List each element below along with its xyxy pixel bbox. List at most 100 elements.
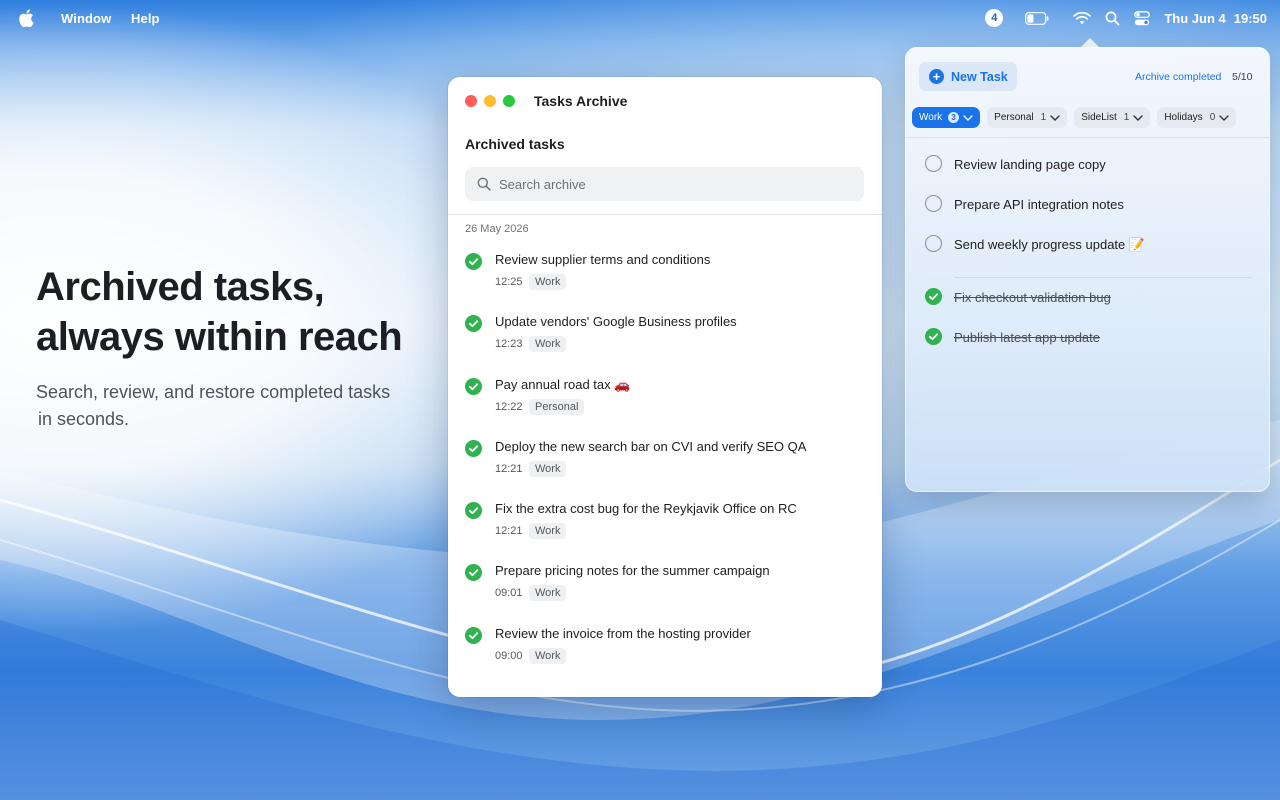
list-chip-personal[interactable]: Personal 1 xyxy=(987,107,1068,128)
task-text: Review landing page copy xyxy=(954,157,1106,172)
divider xyxy=(448,214,882,215)
check-circle-icon[interactable] xyxy=(465,253,482,270)
task-title: Review supplier terms and conditions xyxy=(495,252,711,267)
search-archive-field[interactable] xyxy=(465,167,864,201)
list-chips: Work 3 Personal 1 SideList 1 Holidays 0 xyxy=(912,107,1237,128)
task-item[interactable]: Review landing page copy xyxy=(925,153,1255,193)
task-time: 09:01 xyxy=(495,587,523,600)
completed-task-item[interactable]: Fix checkout validation bug xyxy=(925,286,1255,326)
task-title: Review the invoice from the hosting prov… xyxy=(495,625,751,641)
hero-subtitle-line: Search, review, and restore completed ta… xyxy=(36,382,391,402)
task-tag: Work xyxy=(529,647,567,664)
chevron-down-icon xyxy=(963,114,973,121)
task-time: 12:22 xyxy=(495,400,523,413)
chip-label: Work xyxy=(919,112,943,123)
archive-heading: Archived tasks xyxy=(465,136,565,152)
list-chip-work[interactable]: Work 3 xyxy=(912,107,981,128)
task-time: 09:00 xyxy=(495,649,523,662)
menubar-clock[interactable]: Thu Jun 4 19:50 xyxy=(1164,11,1267,26)
hero-subtitle-line: in seconds. xyxy=(38,409,130,429)
divider xyxy=(905,137,1270,138)
chip-label: SideList xyxy=(1081,112,1117,123)
task-text: Publish latest app update xyxy=(954,330,1100,345)
chip-count: 0 xyxy=(1209,112,1216,123)
plus-icon: + xyxy=(929,69,944,84)
check-circle-icon[interactable] xyxy=(465,626,482,644)
check-circle-icon[interactable] xyxy=(465,564,482,582)
battery-icon[interactable] xyxy=(1025,11,1049,25)
hero-title-line: always within reach xyxy=(36,315,403,359)
task-checkbox[interactable] xyxy=(925,195,942,212)
task-title: Prepare pricing notes for the summer cam… xyxy=(495,563,770,579)
task-tag: Work xyxy=(529,274,567,290)
tasks-popover: + New Task Archive completed 5/10 Work 3… xyxy=(905,47,1270,492)
task-tag: Work xyxy=(529,336,567,353)
menu-bar: Window Help 4 Thu Jun 4 19:50 xyxy=(0,0,1280,36)
new-task-label: New Task xyxy=(951,69,1008,84)
hero-subtitle: Search, review, and restore completed ta… xyxy=(36,379,416,433)
new-task-button[interactable]: + New Task xyxy=(919,62,1017,91)
minimize-button[interactable] xyxy=(484,95,496,107)
chip-count: 3 xyxy=(948,112,960,123)
archived-task-row[interactable]: Deploy the new search bar on CVI and ver… xyxy=(465,436,865,498)
archived-task-row[interactable]: Review supplier terms and conditions 12:… xyxy=(465,249,865,311)
menu-window[interactable]: Window xyxy=(61,11,111,26)
task-text: Send weekly progress update 📝 xyxy=(954,237,1146,252)
check-circle-icon[interactable] xyxy=(465,377,482,395)
date-group-label: 26 May 2026 xyxy=(465,223,529,235)
menu-help[interactable]: Help xyxy=(131,11,160,26)
menubar-date: Thu Jun 4 xyxy=(1164,10,1226,26)
task-tag: Personal xyxy=(529,398,585,415)
notification-badge[interactable]: 4 xyxy=(985,9,1004,27)
list-chip-sidelist[interactable]: SideList 1 xyxy=(1074,107,1151,128)
menubar-time: 19:50 xyxy=(1233,10,1267,26)
check-circle-icon[interactable] xyxy=(465,439,482,457)
task-checkbox[interactable] xyxy=(925,155,942,172)
check-circle-icon[interactable] xyxy=(925,288,942,305)
task-item[interactable]: Send weekly progress update 📝 xyxy=(925,233,1255,273)
search-archive-input[interactable] xyxy=(499,176,839,192)
divider xyxy=(954,277,1252,278)
task-checkbox[interactable] xyxy=(925,235,942,252)
archive-completed-button[interactable]: Archive completed xyxy=(1135,71,1221,83)
archived-task-row[interactable]: Fix the extra cost bug for the Reykjavik… xyxy=(465,498,865,560)
task-text: Prepare API integration notes xyxy=(954,197,1124,212)
search-icon[interactable] xyxy=(1105,11,1120,26)
task-list: Review landing page copy Prepare API int… xyxy=(925,153,1255,366)
list-chip-holidays[interactable]: Holidays 0 xyxy=(1157,107,1237,128)
apple-icon[interactable] xyxy=(18,9,34,27)
task-title: Fix the extra cost bug for the Reykjavik… xyxy=(495,501,797,517)
search-icon xyxy=(477,177,491,191)
chip-count: 1 xyxy=(1040,112,1047,123)
zoom-button[interactable] xyxy=(503,95,515,107)
window-title: Tasks Archive xyxy=(534,93,628,109)
archived-task-row[interactable]: Update vendors' Google Business profiles… xyxy=(465,311,865,373)
task-text: Fix checkout validation bug xyxy=(954,290,1111,305)
window-controls xyxy=(465,95,515,107)
hero-title-line: Archived tasks, xyxy=(36,265,325,309)
task-tag: Work xyxy=(529,460,567,477)
task-title: Pay annual road tax 🚗 xyxy=(495,376,631,392)
archived-task-list: Review supplier terms and conditions 12:… xyxy=(465,249,865,685)
chevron-down-icon xyxy=(1050,114,1060,121)
chevron-down-icon xyxy=(1133,114,1144,121)
chevron-down-icon xyxy=(1219,114,1229,121)
close-button[interactable] xyxy=(465,95,477,107)
archived-task-row[interactable]: Prepare pricing notes for the summer cam… xyxy=(465,560,865,622)
completed-task-item[interactable]: Publish latest app update xyxy=(925,326,1255,366)
chip-count: 1 xyxy=(1123,112,1130,123)
check-circle-icon[interactable] xyxy=(925,328,942,345)
tasks-archive-window: Tasks Archive Archived tasks 26 May 2026… xyxy=(448,77,882,697)
chip-label: Personal xyxy=(994,112,1034,123)
archived-task-row[interactable]: Pay annual road tax 🚗 12:22 Personal xyxy=(465,374,865,436)
check-circle-icon[interactable] xyxy=(465,502,482,520)
control-center-icon[interactable] xyxy=(1134,10,1151,26)
wifi-icon[interactable] xyxy=(1073,11,1092,25)
task-time: 12:25 xyxy=(495,276,523,288)
archived-task-row[interactable]: Review the invoice from the hosting prov… xyxy=(465,623,865,685)
check-circle-icon[interactable] xyxy=(465,315,482,333)
task-title: Update vendors' Google Business profiles xyxy=(495,314,737,330)
hero-title: Archived tasks, always within reach xyxy=(36,262,456,362)
task-item[interactable]: Prepare API integration notes xyxy=(925,193,1255,233)
task-title: Deploy the new search bar on CVI and ver… xyxy=(495,438,807,454)
